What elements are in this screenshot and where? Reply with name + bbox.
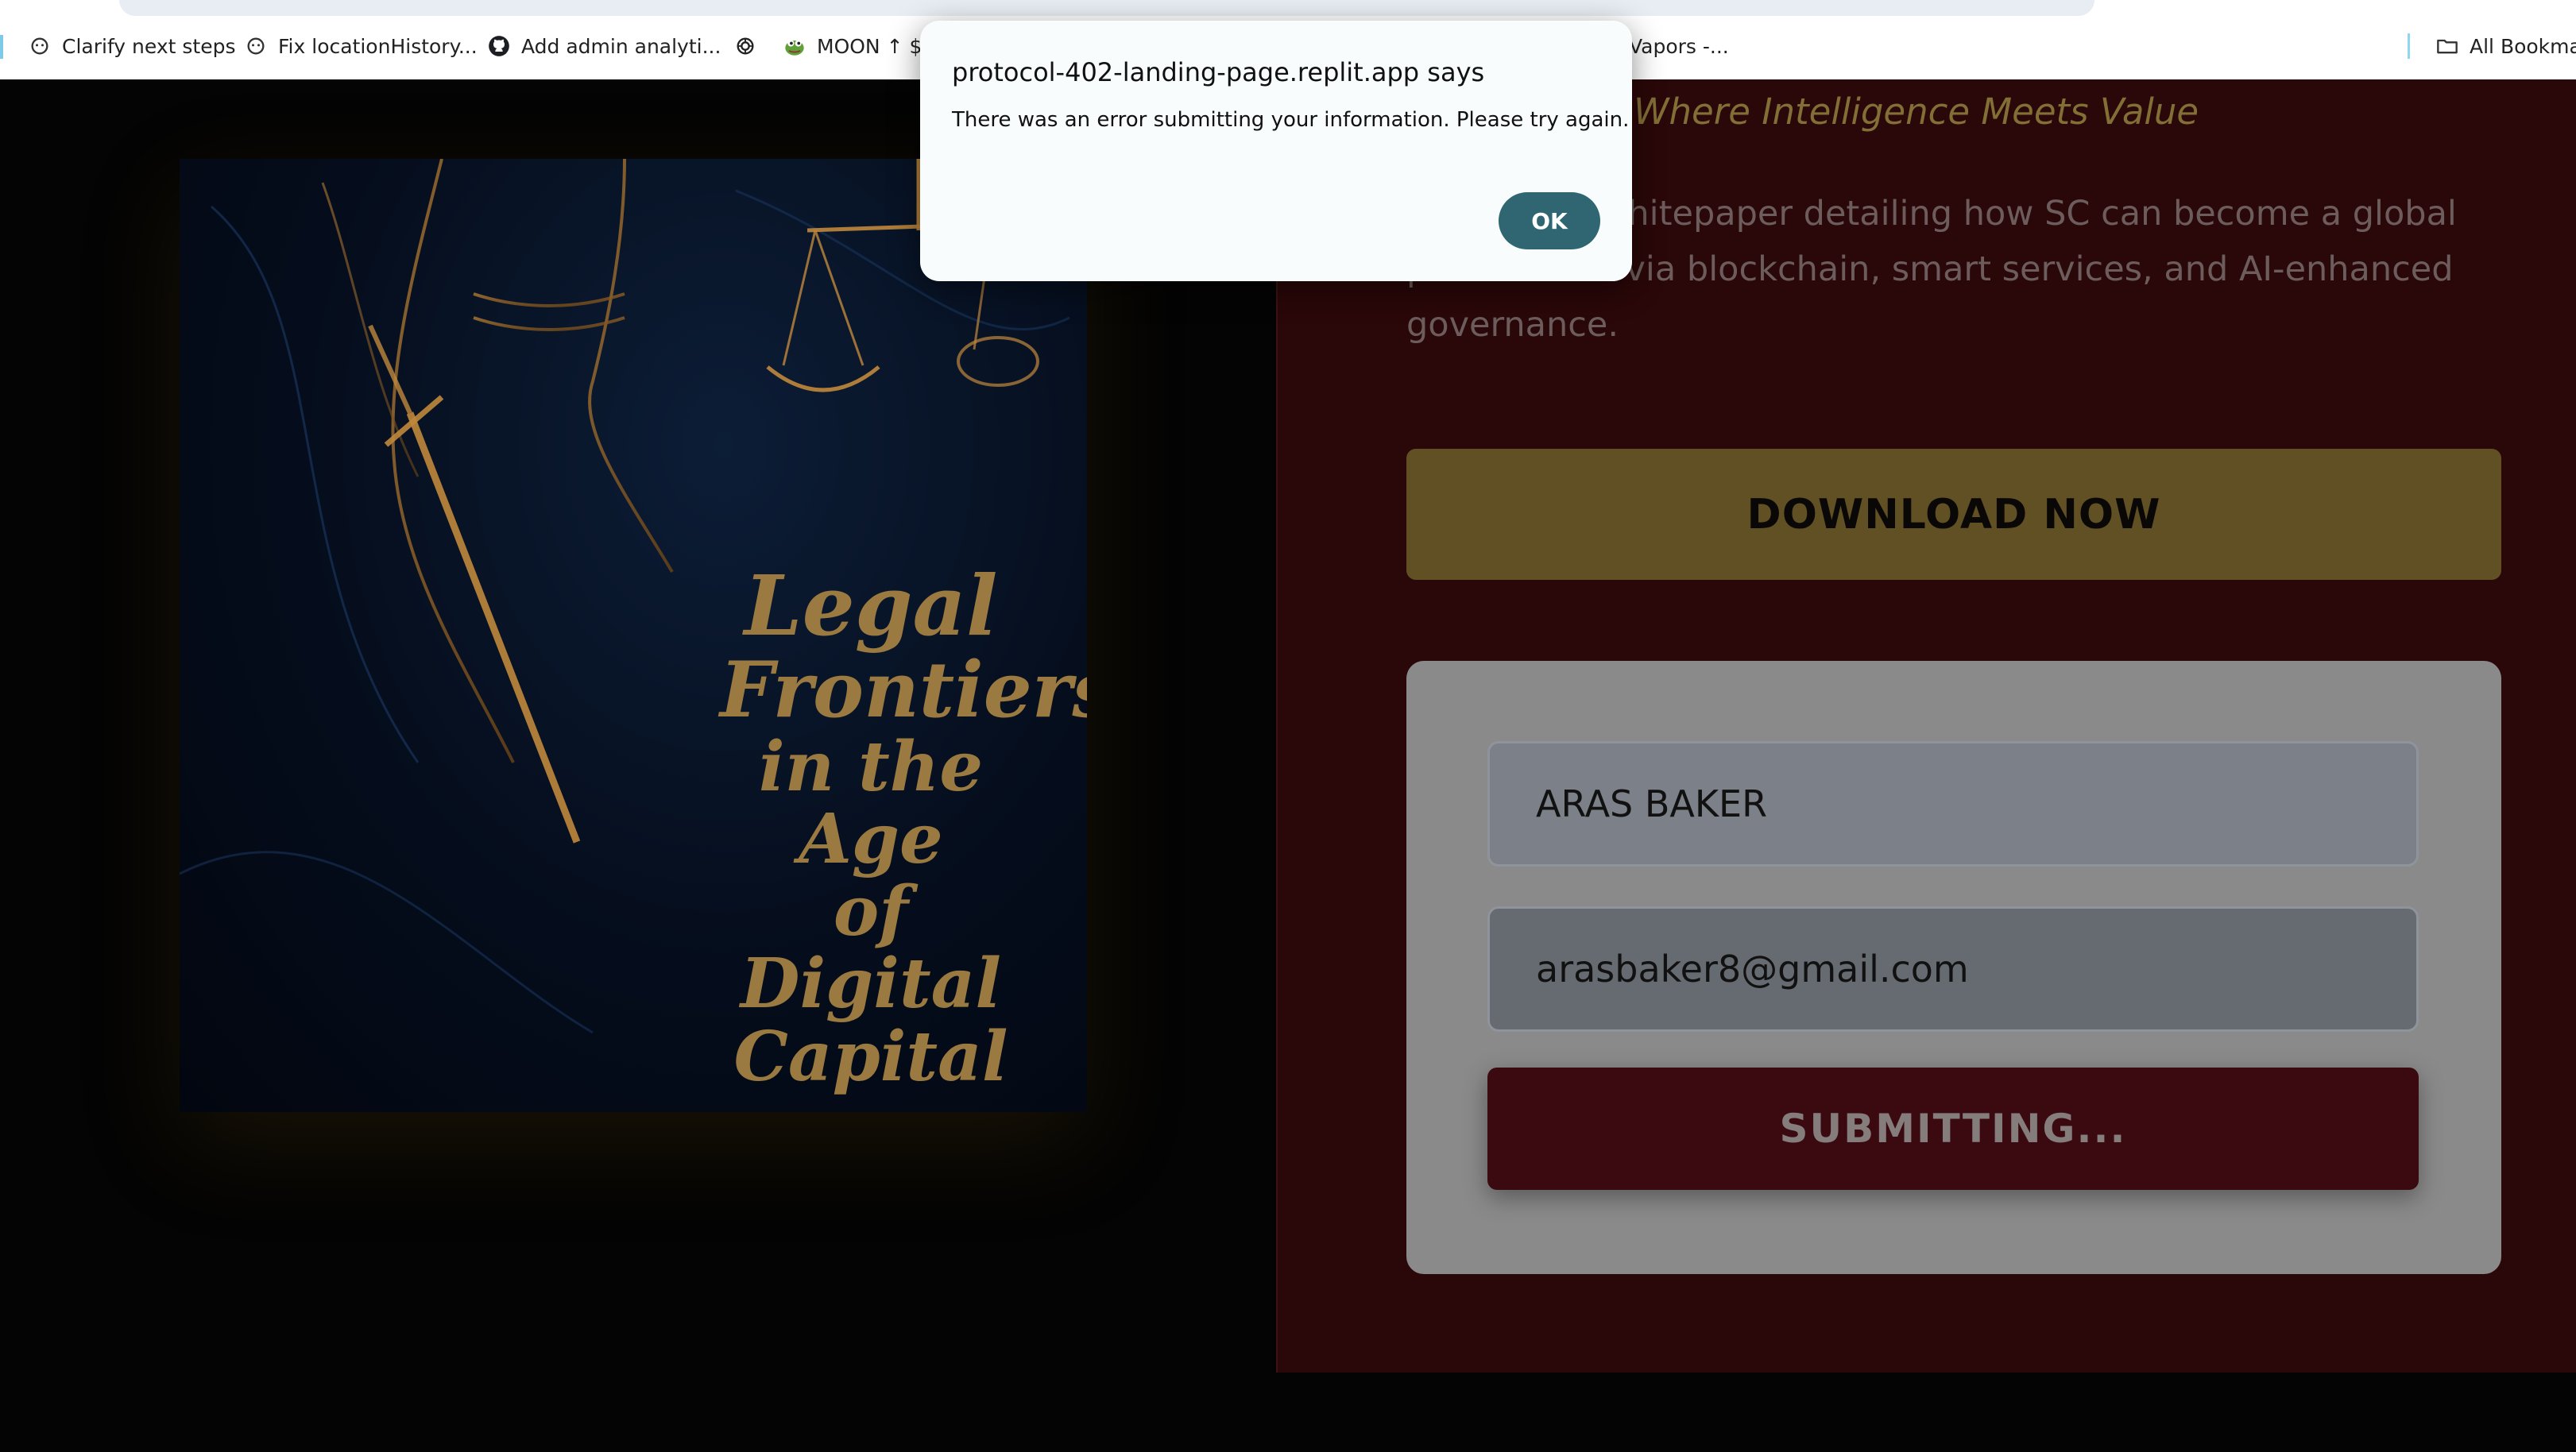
bookmark-label: All Bookma xyxy=(2470,34,2576,58)
ok-button[interactable]: OK xyxy=(1499,192,1600,249)
bookmark-label: Fix locationHistory... xyxy=(278,34,478,58)
bookmark-label: Add admin analyti... xyxy=(521,34,721,58)
bookmark-vapors[interactable]: Vapors -... xyxy=(1629,30,1729,62)
cover-title-line: Frontiers xyxy=(720,645,1087,736)
email-field[interactable]: arasbaker8@gmail.com xyxy=(1487,906,2419,1032)
openai-icon xyxy=(734,35,756,57)
bookmark-add-admin-analytics[interactable]: Add admin analyti... xyxy=(488,30,721,62)
chatgpt-chat-icon xyxy=(245,35,267,57)
name-field[interactable]: ARAS BAKER xyxy=(1487,741,2419,867)
page-footer xyxy=(0,1373,2576,1452)
alert-dialog: protocol-402-landing-page.replit.app say… xyxy=(920,21,1632,281)
dialog-message: There was an error submitting your infor… xyxy=(952,108,1630,132)
bookmark-fix-locationhistory[interactable]: Fix locationHistory... xyxy=(245,30,478,62)
book-cover-title: Legal Frontiers in the Age of Digital Ca… xyxy=(720,557,1087,1097)
bookmark-all-bookmarks[interactable]: All Bookma xyxy=(2436,30,2576,62)
bookmark-openai[interactable] xyxy=(734,30,756,62)
bookmark-label: Vapors -... xyxy=(1629,34,1729,58)
address-bar[interactable] xyxy=(119,0,2094,16)
chatgpt-chat-icon xyxy=(29,35,51,57)
bookmark-label: MOON ↑ $( xyxy=(817,34,930,58)
github-icon xyxy=(488,35,510,57)
cover-title-line: Legal xyxy=(744,557,998,655)
bookmarks-bar-edge xyxy=(0,35,3,59)
book-cover-image: Legal Frontiers in the Age of Digital Ca… xyxy=(180,159,1087,1112)
bookmark-moon[interactable]: MOON ↑ $( xyxy=(783,30,930,62)
bookmark-clarify-next-steps[interactable]: Clarify next steps xyxy=(29,30,235,62)
lead-form: ARAS BAKER arasbaker8@gmail.com SUBMITTI… xyxy=(1406,661,2501,1274)
hero-tagline: Where Intelligence Meets Value xyxy=(1634,91,2199,133)
cover-title-line: in the Age xyxy=(758,726,984,880)
dialog-title: protocol-402-landing-page.replit.app say… xyxy=(952,57,1485,87)
download-now-button[interactable]: DOWNLOAD NOW xyxy=(1406,449,2501,580)
cover-title-line: Capital xyxy=(733,1016,1008,1097)
pepe-frog-icon xyxy=(783,35,806,57)
cover-title-line: of Digital xyxy=(740,871,1002,1025)
folder-icon xyxy=(2436,35,2458,57)
bookmarks-separator xyxy=(2408,33,2410,59)
submit-button[interactable]: SUBMITTING... xyxy=(1487,1068,2419,1190)
bookmark-label: Clarify next steps xyxy=(62,34,236,58)
